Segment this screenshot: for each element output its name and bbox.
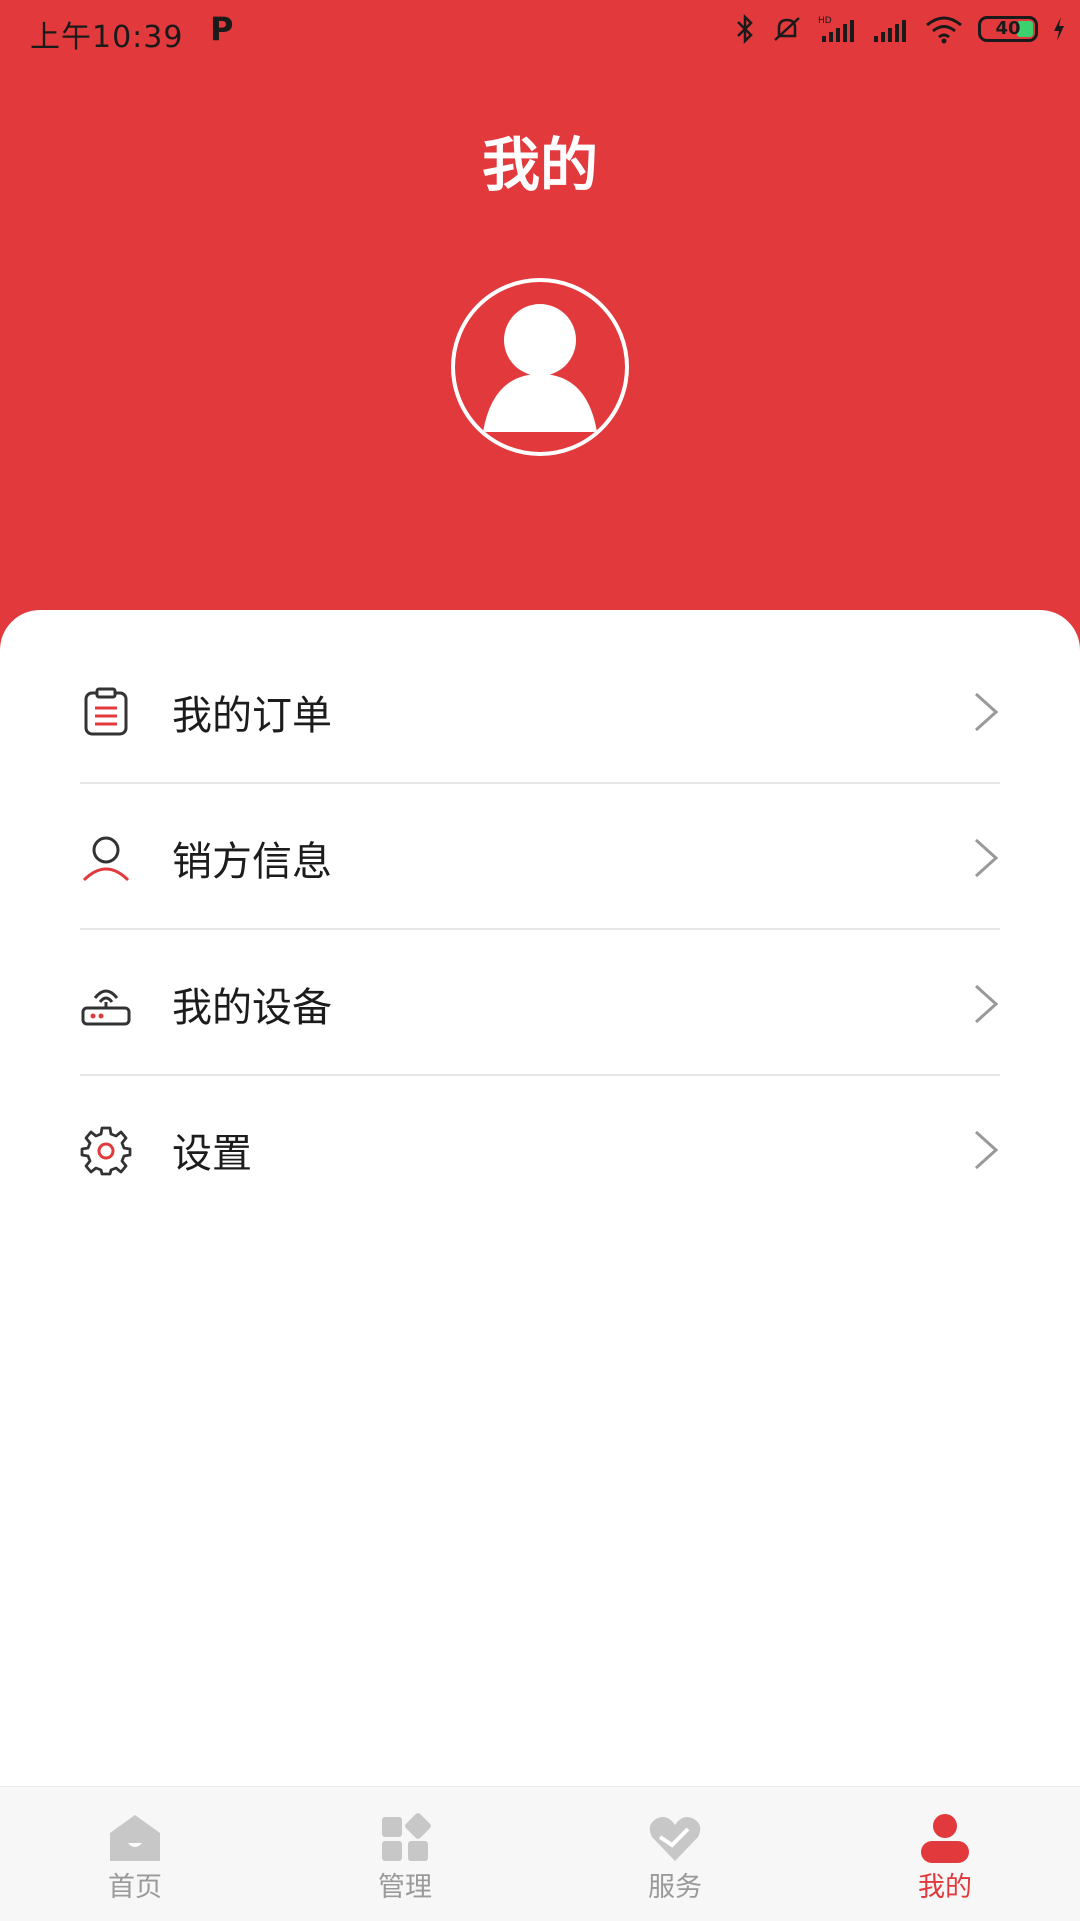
menu-item-label: 我的设备 xyxy=(172,985,332,1031)
chevron-right-icon xyxy=(974,984,999,1024)
tab-label: 管理 xyxy=(378,1872,432,1903)
signal-icon xyxy=(874,20,906,42)
chevron-right-icon xyxy=(974,692,999,732)
signal-hd-icon: HD xyxy=(818,16,854,42)
wifi-icon xyxy=(926,16,962,44)
battery-level: 40 xyxy=(995,18,1021,39)
menu-card: 我的订单 销方信息 我的设备 设置 xyxy=(0,610,1080,1786)
menu-item-label: 我的订单 xyxy=(172,693,332,739)
menu-item-seller-info[interactable]: 销方信息 xyxy=(80,784,1000,930)
svg-text:HD: HD xyxy=(818,16,832,26)
order-list-icon xyxy=(84,687,128,736)
gear-icon xyxy=(80,1126,132,1176)
avatar[interactable] xyxy=(451,278,629,456)
tab-home[interactable]: 首页 xyxy=(0,1787,270,1921)
menu-item-devices[interactable]: 我的设备 xyxy=(80,930,1000,1076)
grid-icon xyxy=(382,1813,431,1861)
bottom-tab-bar: 首页 管理 服务 我的 xyxy=(0,1786,1080,1921)
home-icon xyxy=(110,1815,160,1861)
notification-p-icon: P xyxy=(210,10,234,48)
chevron-right-icon xyxy=(974,838,999,878)
menu-item-label: 销方信息 xyxy=(172,839,332,885)
menu-item-orders[interactable]: 我的订单 xyxy=(80,638,1000,784)
heart-icon xyxy=(649,1817,701,1861)
router-icon xyxy=(81,989,131,1026)
profile-icon xyxy=(921,1814,969,1863)
bluetooth-icon xyxy=(737,14,753,44)
tab-mine[interactable]: 我的 xyxy=(810,1787,1080,1921)
status-bar: 上午10:39 P HD 40 xyxy=(0,0,1080,64)
menu-item-settings[interactable]: 设置 xyxy=(80,1076,1000,1222)
battery-icon: 40 xyxy=(978,16,1038,42)
tab-service[interactable]: 服务 xyxy=(540,1787,810,1921)
tab-manage[interactable]: 管理 xyxy=(270,1787,540,1921)
tab-label: 首页 xyxy=(108,1872,162,1903)
menu-item-label: 设置 xyxy=(172,1131,252,1177)
charging-icon xyxy=(1054,17,1064,41)
tab-label: 我的 xyxy=(918,1872,972,1903)
user-icon xyxy=(82,836,130,882)
tab-label: 服务 xyxy=(648,1872,702,1903)
mute-bell-icon xyxy=(774,17,800,41)
avatar-person-icon xyxy=(483,304,597,432)
status-icons: HD 40 xyxy=(734,14,1066,44)
profile-header: 上午10:39 P HD 40 我的 xyxy=(0,0,1080,660)
chevron-right-icon xyxy=(974,1130,999,1170)
status-time: 上午10:39 xyxy=(30,20,184,55)
page-title: 我的 xyxy=(481,131,598,199)
